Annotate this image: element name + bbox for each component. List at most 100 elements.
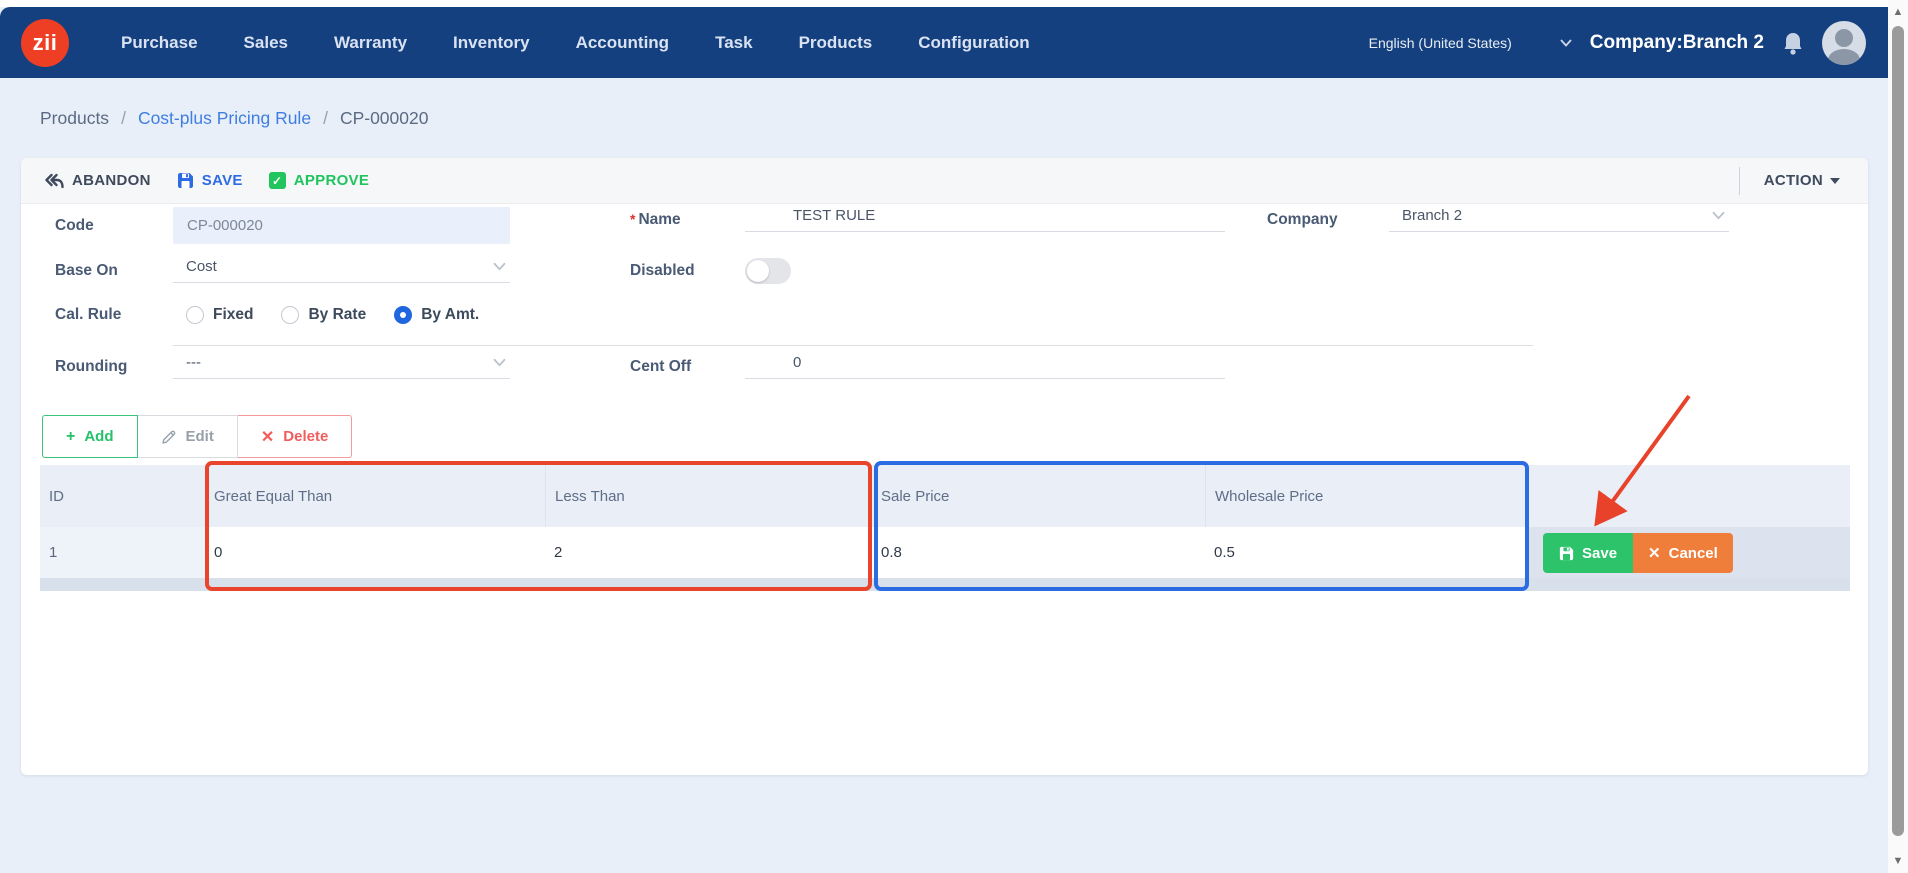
approve-label: APPROVE bbox=[294, 172, 369, 189]
breadcrumb: Products / Cost-plus Pricing Rule / CP-0… bbox=[40, 108, 428, 129]
scrollbar-thumb[interactable] bbox=[1892, 26, 1904, 836]
name-label: *Name bbox=[630, 211, 745, 229]
radio-unchecked-icon bbox=[281, 306, 299, 324]
base-on-label: Base On bbox=[55, 262, 173, 280]
column-header-actions bbox=[1529, 465, 1850, 527]
breadcrumb-pricing-rule-link[interactable]: Cost-plus Pricing Rule bbox=[138, 108, 311, 129]
table-row-bottom-strip bbox=[40, 578, 1850, 591]
toggle-knob bbox=[747, 260, 769, 282]
rounding-select[interactable]: --- bbox=[173, 354, 510, 379]
chevron-down-icon[interactable] bbox=[1560, 39, 1572, 47]
radio-by-rate[interactable]: By Rate bbox=[281, 306, 366, 324]
language-selector[interactable]: English (United States) bbox=[1369, 35, 1512, 51]
name-field-row: *Name TEST RULE bbox=[630, 207, 1230, 232]
breadcrumb-products[interactable]: Products bbox=[40, 108, 109, 129]
scroll-down-arrow-icon[interactable]: ▼ bbox=[1891, 854, 1905, 868]
edit-label: Edit bbox=[186, 428, 214, 445]
avatar-head-shape bbox=[1835, 29, 1853, 47]
avatar-body-shape bbox=[1828, 49, 1860, 65]
code-input[interactable]: CP-000020 bbox=[173, 207, 510, 244]
scroll-up-arrow-icon[interactable]: ▲ bbox=[1891, 5, 1905, 19]
radio-by-amt[interactable]: By Amt. bbox=[394, 306, 479, 324]
reply-all-icon bbox=[45, 173, 64, 189]
cell-sale-price-input[interactable]: 0.8 bbox=[872, 527, 1205, 578]
company-select[interactable]: Branch 2 bbox=[1389, 207, 1729, 232]
abandon-button[interactable]: ABANDON bbox=[45, 172, 151, 189]
delete-row-button[interactable]: ✕ Delete bbox=[238, 415, 352, 458]
pencil-icon bbox=[161, 429, 177, 445]
disabled-toggle[interactable] bbox=[745, 258, 791, 284]
add-row-button[interactable]: + Add bbox=[42, 415, 138, 458]
cell-id: 1 bbox=[40, 527, 205, 578]
table-header: ID Great Equal Than Less Than Sale Price… bbox=[40, 465, 1850, 527]
record-toolbar: ABANDON SAVE ✓ APPROVE ACTION bbox=[21, 158, 1868, 204]
company-field-row: Company Branch 2 bbox=[1267, 207, 1747, 232]
cal-rule-radio-group: Fixed By Rate By Amt. bbox=[173, 306, 479, 324]
breadcrumb-separator: / bbox=[323, 108, 328, 129]
floppy-save-icon bbox=[1559, 546, 1574, 561]
base-on-select[interactable]: Cost bbox=[173, 258, 510, 283]
save-label: SAVE bbox=[202, 172, 243, 189]
x-icon: ✕ bbox=[1648, 544, 1661, 562]
radio-fixed-label: Fixed bbox=[213, 306, 253, 324]
delete-label: Delete bbox=[283, 428, 328, 445]
company-value: Branch 2 bbox=[1402, 207, 1462, 224]
nav-item-sales[interactable]: Sales bbox=[244, 33, 288, 53]
check-square-icon: ✓ bbox=[269, 172, 286, 189]
company-selector[interactable]: Company:Branch 2 bbox=[1590, 32, 1764, 54]
nav-item-configuration[interactable]: Configuration bbox=[918, 33, 1029, 53]
vertical-scrollbar[interactable]: ▲ ▼ bbox=[1888, 0, 1908, 873]
column-header-id[interactable]: ID bbox=[40, 465, 205, 527]
radio-fixed[interactable]: Fixed bbox=[186, 306, 253, 324]
column-header-great-equal-than[interactable]: Great Equal Than bbox=[205, 465, 545, 527]
column-header-less-than[interactable]: Less Than bbox=[545, 465, 872, 527]
cent-off-input[interactable]: 0 bbox=[745, 354, 1225, 379]
cell-less-than-input[interactable]: 2 bbox=[545, 527, 872, 578]
radio-by-rate-label: By Rate bbox=[308, 306, 366, 324]
nav-item-accounting[interactable]: Accounting bbox=[576, 33, 670, 53]
radio-checked-icon bbox=[394, 306, 412, 324]
app-logo[interactable]: zii bbox=[21, 19, 69, 67]
nav-item-purchase[interactable]: Purchase bbox=[121, 33, 198, 53]
main-menu: Purchase Sales Warranty Inventory Accoun… bbox=[121, 33, 1030, 53]
app-window: zii Purchase Sales Warranty Inventory Ac… bbox=[0, 0, 1908, 873]
row-save-label: Save bbox=[1582, 545, 1617, 562]
name-input[interactable]: TEST RULE bbox=[745, 207, 1225, 232]
floppy-save-icon bbox=[177, 172, 194, 189]
cent-off-field-row: Cent Off 0 bbox=[630, 354, 1230, 379]
row-save-button[interactable]: Save bbox=[1543, 533, 1633, 573]
toolbar-divider bbox=[1739, 167, 1740, 195]
cal-rule-label: Cal. Rule bbox=[55, 306, 173, 324]
edit-row-button[interactable]: Edit bbox=[138, 415, 238, 458]
breadcrumb-separator: / bbox=[121, 108, 126, 129]
nav-item-task[interactable]: Task bbox=[715, 33, 753, 53]
rounding-label: Rounding bbox=[55, 358, 173, 376]
cell-wholesale-price-input[interactable]: 0.5 bbox=[1205, 527, 1529, 578]
plus-icon: + bbox=[66, 428, 75, 446]
cell-great-equal-than-input[interactable]: 0 bbox=[205, 527, 545, 578]
x-icon: ✕ bbox=[261, 427, 274, 447]
action-dropdown-button[interactable]: ACTION bbox=[1764, 172, 1840, 189]
rounding-field-row: Rounding --- bbox=[55, 354, 645, 379]
top-navbar: zii Purchase Sales Warranty Inventory Ac… bbox=[0, 7, 1888, 78]
base-on-field-row: Base On Cost bbox=[55, 258, 645, 283]
code-label: Code bbox=[55, 217, 173, 235]
user-avatar[interactable] bbox=[1822, 21, 1866, 65]
grid-toolbar: + Add Edit ✕ Delete bbox=[42, 415, 352, 458]
required-asterisk: * bbox=[630, 211, 635, 227]
row-action-buttons: Save ✕ Cancel bbox=[1543, 533, 1733, 573]
nav-item-inventory[interactable]: Inventory bbox=[453, 33, 530, 53]
notification-bell-icon[interactable] bbox=[1782, 31, 1804, 55]
window-top-edge bbox=[0, 0, 1908, 7]
nav-item-products[interactable]: Products bbox=[799, 33, 873, 53]
approve-button[interactable]: ✓ APPROVE bbox=[269, 172, 369, 189]
column-header-sale-price[interactable]: Sale Price bbox=[872, 465, 1205, 527]
column-header-wholesale-price[interactable]: Wholesale Price bbox=[1205, 465, 1529, 527]
breadcrumb-current-record: CP-000020 bbox=[340, 108, 429, 129]
save-button[interactable]: SAVE bbox=[177, 172, 243, 189]
base-on-value: Cost bbox=[186, 258, 217, 275]
row-cancel-button[interactable]: ✕ Cancel bbox=[1633, 533, 1733, 573]
cent-off-value: 0 bbox=[793, 354, 801, 371]
nav-item-warranty[interactable]: Warranty bbox=[334, 33, 407, 53]
abandon-label: ABANDON bbox=[72, 172, 151, 189]
